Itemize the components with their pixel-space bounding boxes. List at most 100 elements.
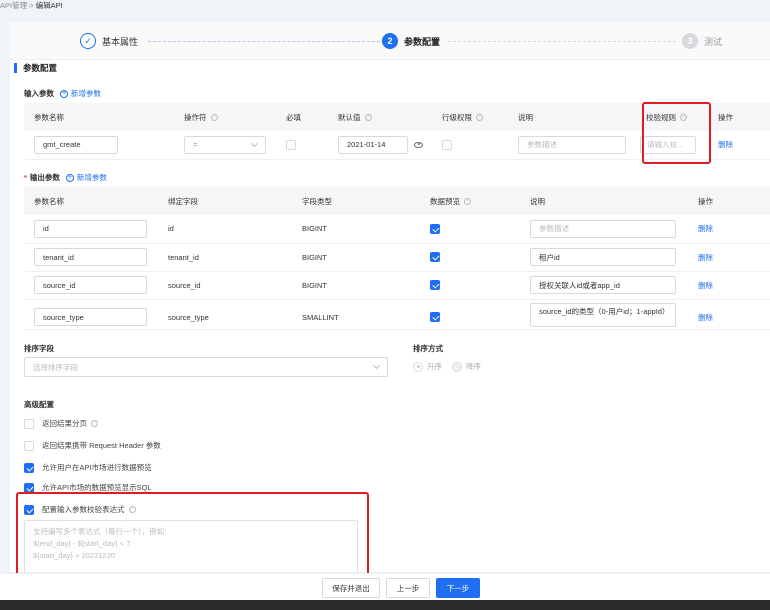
radio-button xyxy=(413,361,423,372)
param-name-input[interactable]: id xyxy=(34,219,147,238)
step-indicator: ✓ 基本属性 2 参数配置 3 测试 xyxy=(10,22,770,60)
checkbox[interactable] xyxy=(24,504,34,515)
validation-rule-input[interactable]: 请输入校... xyxy=(640,135,696,154)
taskbar xyxy=(0,600,770,610)
preview-checkbox[interactable] xyxy=(430,223,440,234)
input-params-header: 输入参数 + 新增参数 xyxy=(24,88,101,99)
table-row: id id BIGINT 参数描述 删除 xyxy=(24,215,770,244)
breadcrumb: API管理 > 编辑API xyxy=(0,0,63,14)
step-test[interactable]: 3 测试 xyxy=(682,32,722,50)
required-checkbox[interactable] xyxy=(286,139,296,150)
bound-field: tenant_id xyxy=(158,243,292,272)
prev-step-button[interactable]: 上一步 xyxy=(386,578,430,598)
preview-checkbox[interactable] xyxy=(430,312,440,322)
table-row: tenant_id tenant_id BIGINT 租户id 删除 xyxy=(24,243,770,272)
step-param-config[interactable]: 2 参数配置 xyxy=(382,32,440,50)
help-icon[interactable]: ? xyxy=(476,114,483,122)
next-step-button[interactable]: 下一步 xyxy=(436,578,480,598)
step-connector xyxy=(148,41,380,42)
param-name-input[interactable]: tenant_id xyxy=(34,248,147,266)
help-icon[interactable]: ? xyxy=(91,420,98,427)
checkbox[interactable] xyxy=(24,440,34,451)
operator-select[interactable]: = xyxy=(184,135,266,154)
step-label: 参数配置 xyxy=(404,36,441,47)
header-default: 默认值? xyxy=(328,103,432,131)
placeholder-line: 支持编写多个表达式（每行一个），例如: xyxy=(33,527,167,536)
validation-expression-textarea[interactable]: 支持编写多个表达式（每行一个），例如: ${end_day} - ${start… xyxy=(24,520,358,574)
step-number: 2 xyxy=(382,33,398,49)
required-mark: * xyxy=(24,173,27,182)
row-permission-checkbox[interactable] xyxy=(442,139,452,150)
preview-checkbox[interactable] xyxy=(430,280,440,290)
placeholder-line: ${start_day} > 20221220 xyxy=(33,551,115,560)
output-params-title: 输出参数 xyxy=(29,173,60,182)
breadcrumb-parent[interactable]: API管理 xyxy=(0,1,27,10)
help-icon[interactable]: ? xyxy=(210,114,218,122)
preview-checkbox[interactable] xyxy=(430,252,440,262)
delete-link[interactable]: 删除 xyxy=(718,140,733,149)
step-connector xyxy=(448,41,676,42)
input-params-table: 参数名称 操作符? 必填 默认值? 行级权限? 说明 校验规则? 操作 gmt_… xyxy=(24,103,770,160)
header-description: 说明 xyxy=(508,103,636,131)
check-icon: ✓ xyxy=(80,33,96,49)
help-icon[interactable]: ? xyxy=(464,198,471,206)
add-label: 新增参数 xyxy=(71,89,101,98)
step-basic-properties[interactable]: ✓ 基本属性 xyxy=(80,32,138,50)
option-validation-expr[interactable]: 配置输入参数校验表达式? xyxy=(24,504,136,515)
section-title-text: 参数配置 xyxy=(23,63,58,73)
step-label: 测试 xyxy=(704,36,723,47)
description-input[interactable]: 参数描述 xyxy=(518,135,626,154)
param-name-input[interactable]: source_id xyxy=(34,276,147,294)
header-operator: 操作符? xyxy=(174,103,276,131)
help-icon[interactable]: ? xyxy=(364,114,372,122)
option-preview-sql[interactable]: 允许API市场的数据预览显示SQL xyxy=(24,482,152,493)
checkbox[interactable] xyxy=(24,462,34,473)
section-accent-bar xyxy=(14,63,17,73)
param-name-input[interactable]: gmt_create xyxy=(34,135,118,154)
sort-order-radio-group: 升序 降序 xyxy=(413,361,481,372)
delete-link[interactable]: 删除 xyxy=(698,313,713,322)
header-action: 操作 xyxy=(688,187,770,215)
description-input[interactable]: 租户id xyxy=(530,248,676,266)
output-params-table: 参数名称 绑定字段 字段类型 数据预览? 说明 操作 id id BIGINT … xyxy=(24,187,770,330)
add-label: 新增参数 xyxy=(76,173,107,182)
option-request-header[interactable]: 返回结果携带 Request Header 参数 xyxy=(24,440,161,451)
description-input[interactable]: 参数描述 xyxy=(530,219,676,238)
delete-link[interactable]: 删除 xyxy=(698,281,713,290)
help-icon[interactable]: ? xyxy=(128,506,136,513)
eye-icon[interactable] xyxy=(414,141,423,148)
description-input[interactable]: source_id的类型（0-用户id；1-appId） xyxy=(530,302,676,327)
description-input[interactable]: 授权关联人id或者app_id xyxy=(530,276,676,294)
param-name-input[interactable]: source_type xyxy=(34,308,147,326)
checkbox[interactable] xyxy=(24,418,34,429)
add-output-param-button[interactable]: + 新增参数 xyxy=(65,172,107,183)
header-description: 说明 xyxy=(520,187,688,215)
table-row: source_type source_type SMALLINT source_… xyxy=(24,299,770,330)
default-value-input[interactable]: 2021-01-14 xyxy=(338,135,408,154)
bound-field: source_id xyxy=(158,271,292,300)
radio-asc[interactable]: 升序 xyxy=(413,361,442,372)
input-params-title: 输入参数 xyxy=(24,89,54,98)
option-paginate[interactable]: 返回结果分页? xyxy=(24,418,98,429)
field-type: BIGINT xyxy=(292,243,420,272)
header-param-name: 参数名称 xyxy=(24,103,174,131)
help-icon[interactable]: ? xyxy=(680,114,687,122)
advanced-title: 高级配置 xyxy=(24,400,54,409)
main-panel: ✓ 基本属性 2 参数配置 3 测试 参数配置 输入参数 + 新增参数 参数名称 … xyxy=(10,22,770,576)
table-header-row: 参数名称 绑定字段 字段类型 数据预览? 说明 操作 xyxy=(24,187,770,215)
option-market-preview[interactable]: 允许用户在API市场进行数据预览 xyxy=(24,462,152,473)
plus-circle-icon: + xyxy=(60,89,68,98)
sort-field-select[interactable]: 选择排序字段 xyxy=(24,357,388,377)
field-type: BIGINT xyxy=(292,271,420,300)
table-header-row: 参数名称 操作符? 必填 默认值? 行级权限? 说明 校验规则? 操作 xyxy=(24,103,770,131)
radio-desc[interactable]: 降序 xyxy=(452,361,481,372)
breadcrumb-separator: > xyxy=(27,1,36,10)
delete-link[interactable]: 删除 xyxy=(698,253,713,262)
save-exit-button[interactable]: 保存并退出 xyxy=(322,578,380,598)
header-row-permission: 行级权限? xyxy=(432,103,508,131)
delete-link[interactable]: 删除 xyxy=(698,224,713,233)
table-row: source_id source_id BIGINT 授权关联人id或者app_… xyxy=(24,271,770,300)
add-input-param-button[interactable]: + 新增参数 xyxy=(60,88,101,99)
breadcrumb-current: 编辑API xyxy=(35,1,63,10)
checkbox[interactable] xyxy=(24,482,34,493)
